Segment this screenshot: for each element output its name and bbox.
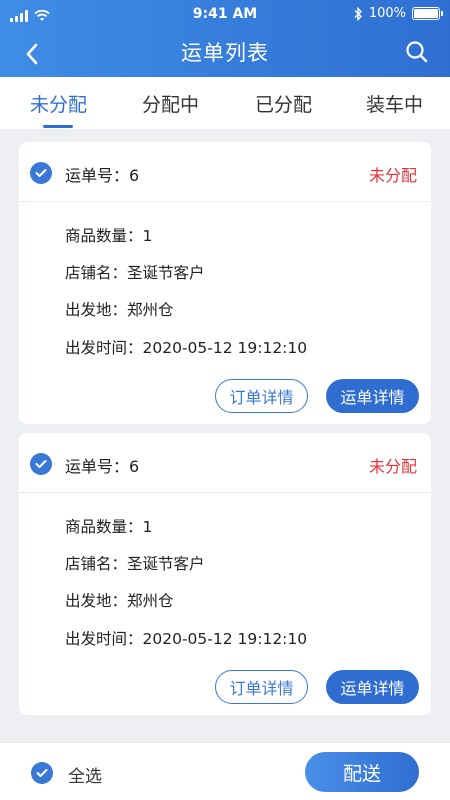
- card-checkbox[interactable]: [30, 453, 52, 475]
- bottom-action-bar: 全选 配送: [0, 742, 450, 800]
- departure-time: 出发时间：2020-05-12 19:12:10: [65, 630, 308, 648]
- tab-unassigned[interactable]: 未分配: [30, 90, 87, 117]
- waybill-details-button[interactable]: 运单详情: [326, 670, 419, 704]
- order-details-button[interactable]: 订单详情: [215, 379, 308, 413]
- card-header: 运单号：6 未分配: [19, 433, 431, 493]
- page-title: 运单列表: [181, 41, 269, 65]
- tab-bar: 未分配 分配中 已分配 装车中: [0, 77, 450, 129]
- product-quantity: 商品数量：1: [65, 227, 153, 245]
- check-icon: [35, 169, 47, 177]
- search-button[interactable]: [402, 37, 432, 67]
- select-all-label[interactable]: 全选: [68, 762, 102, 787]
- waybill-number: 运单号：6: [65, 166, 140, 185]
- bluetooth-icon: [354, 6, 362, 21]
- product-quantity: 商品数量：1: [65, 518, 153, 536]
- order-details-button[interactable]: 订单详情: [215, 670, 308, 704]
- status-badge: 未分配: [368, 166, 417, 185]
- battery-icon: [412, 7, 443, 20]
- tab-assigned[interactable]: 已分配: [255, 90, 312, 117]
- card-header: 运单号：6 未分配: [19, 142, 431, 202]
- waybill-number: 运单号：6: [65, 457, 140, 476]
- check-icon: [36, 769, 48, 777]
- shop-name: 店铺名：圣诞节客户: [65, 264, 205, 282]
- tab-loading[interactable]: 装车中: [366, 90, 423, 117]
- nav-bar: 运单列表: [0, 30, 450, 77]
- tab-active-indicator: [43, 125, 73, 128]
- waybill-card: 运单号：6 未分配 商品数量：1 店铺名：圣诞节客户 出发地：郑州仓 出发时间：…: [19, 142, 431, 424]
- check-icon: [35, 460, 47, 468]
- status-right: 100%: [353, 6, 443, 21]
- select-all-checkbox[interactable]: [31, 762, 53, 784]
- status-badge: 未分配: [368, 457, 417, 476]
- header: 9:41 AM 100% 运单列表: [0, 0, 450, 77]
- origin: 出发地：郑州仓: [65, 301, 174, 319]
- shop-name: 店铺名：圣诞节客户: [65, 555, 205, 573]
- tab-assigning[interactable]: 分配中: [142, 90, 199, 117]
- battery-percent: 100%: [368, 6, 406, 21]
- waybill-details-button[interactable]: 运单详情: [326, 379, 419, 413]
- status-bar: 9:41 AM 100%: [0, 0, 450, 30]
- origin: 出发地：郑州仓: [65, 592, 174, 610]
- deliver-button[interactable]: 配送: [305, 752, 419, 792]
- waybill-card: 运单号：6 未分配 商品数量：1 店铺名：圣诞节客户 出发地：郑州仓 出发时间：…: [19, 433, 431, 715]
- card-checkbox[interactable]: [30, 162, 52, 184]
- search-icon: [406, 41, 428, 63]
- departure-time: 出发时间：2020-05-12 19:12:10: [65, 339, 308, 357]
